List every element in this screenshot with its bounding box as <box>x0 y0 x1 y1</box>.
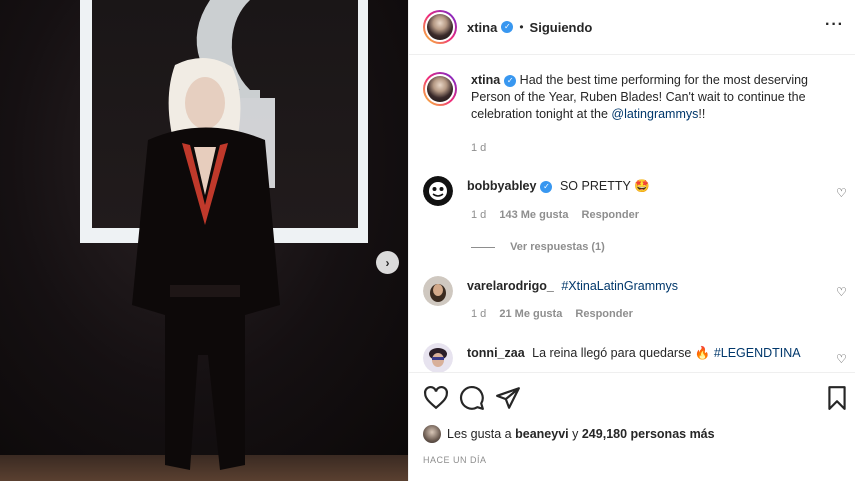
heart-icon[interactable]: ♡ <box>836 285 848 299</box>
caption-mention[interactable]: @latingrammys <box>611 107 698 121</box>
post-photo[interactable]: › <box>0 0 408 481</box>
comment-item: tonni_zaa La reina llegó para quedarse 🔥… <box>423 343 827 372</box>
author-avatar[interactable] <box>423 10 457 44</box>
comment-username[interactable]: tonni_zaa <box>467 346 525 360</box>
post-header: xtina ✓ • Siguiendo ··· <box>409 0 855 55</box>
reply-button[interactable]: Responder <box>582 209 639 221</box>
caption-username[interactable]: xtina <box>471 73 500 87</box>
verified-badge-icon: ✓ <box>501 21 514 33</box>
posted-time[interactable]: HACE UN DÍA <box>423 455 487 465</box>
separator-dot: • <box>519 20 524 34</box>
commenter-avatar[interactable] <box>423 343 453 372</box>
comment-hashtag[interactable]: #LEGENDTINA <box>714 346 801 360</box>
action-bar <box>409 372 855 422</box>
bookmark-icon[interactable] <box>824 385 850 411</box>
comment-meta: 1 d 21 Me gusta Responder <box>471 308 633 320</box>
comments-list[interactable]: xtina ✓ Had the best time performing for … <box>409 56 855 372</box>
comment-item: varelarodrigo_ #XtinaLatinGrammys <box>423 276 827 306</box>
comment-username[interactable]: varelarodrigo_ <box>467 279 554 293</box>
author-username[interactable]: xtina <box>467 20 497 35</box>
comment-username[interactable]: bobbyabley <box>467 179 536 193</box>
view-replies-label: Ver respuestas (1) <box>510 241 605 253</box>
comment-icon[interactable] <box>459 385 485 411</box>
view-replies-button[interactable]: Ver respuestas (1) <box>471 241 605 253</box>
likes-count[interactable]: 249,180 personas más <box>582 427 715 441</box>
heart-outline-icon[interactable] <box>423 385 449 411</box>
likes-prefix: Les gusta a <box>447 427 512 441</box>
heart-icon[interactable]: ♡ <box>836 352 848 366</box>
performer-figure <box>132 57 280 470</box>
comment-likes[interactable]: 21 Me gusta <box>499 308 562 320</box>
likes-user[interactable]: beaneyvi <box>515 427 569 441</box>
comment-time[interactable]: 1 d <box>471 308 486 320</box>
verified-badge-icon: ✓ <box>540 180 553 193</box>
instagram-post: › xtina ✓ • Siguiendo ··· xtina ✓ Had the… <box>0 0 855 481</box>
caption-time[interactable]: 1 d <box>471 142 486 154</box>
heart-icon[interactable]: ♡ <box>836 186 848 200</box>
comment-text: SO PRETTY 🤩 <box>559 179 650 193</box>
comment-hashtag[interactable]: #XtinaLatinGrammys <box>561 279 678 293</box>
following-button[interactable]: Siguiendo <box>530 20 593 35</box>
comment-likes[interactable]: 143 Me gusta <box>499 209 568 221</box>
next-photo-button[interactable]: › <box>376 251 399 274</box>
caption: xtina ✓ Had the best time performing for … <box>423 72 826 123</box>
likes-summary: Les gusta a beaneyvi y 249,180 personas … <box>423 425 715 443</box>
liker-avatar[interactable] <box>423 425 441 443</box>
comment-text: La reina llegó para quedarse 🔥 <box>532 346 711 360</box>
comment-time[interactable]: 1 d <box>471 209 486 221</box>
share-icon[interactable] <box>495 385 521 411</box>
comment-item: bobbyabley ✓ SO PRETTY 🤩 <box>423 176 827 206</box>
post-details-panel: xtina ✓ • Siguiendo ··· xtina ✓ Had the b… <box>408 0 855 481</box>
caption-avatar[interactable] <box>423 72 457 106</box>
caption-suffix: !! <box>698 107 706 121</box>
chevron-right-icon: › <box>385 255 390 270</box>
replies-line <box>471 246 495 248</box>
verified-badge-icon: ✓ <box>504 74 517 87</box>
comment-meta: 1 d 143 Me gusta Responder <box>471 209 639 221</box>
more-horizontal-icon[interactable]: ··· <box>825 16 844 34</box>
reply-button[interactable]: Responder <box>575 308 632 320</box>
commenter-avatar[interactable] <box>423 176 453 206</box>
commenter-avatar[interactable] <box>423 276 453 306</box>
likes-middle: y <box>572 427 579 441</box>
